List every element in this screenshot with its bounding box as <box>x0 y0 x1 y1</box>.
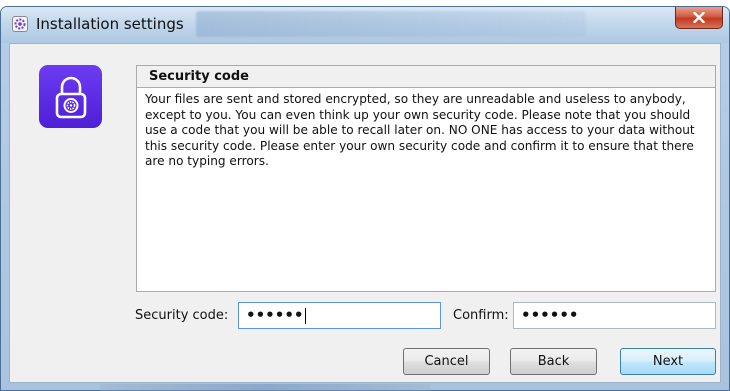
security-code-value: •••••• <box>246 306 304 324</box>
background-window-ghost <box>196 11 586 37</box>
security-code-label: Security code: <box>135 308 229 323</box>
window-title: Installation settings <box>36 15 184 33</box>
confirm-label: Confirm: <box>453 308 509 323</box>
cancel-button[interactable]: Cancel <box>403 348 490 375</box>
confirm-field[interactable]: •••••• <box>513 302 716 329</box>
text-caret <box>304 307 306 324</box>
title-bar[interactable]: Installation settings <box>1 7 729 43</box>
close-icon <box>693 12 705 23</box>
close-button[interactable] <box>675 7 723 29</box>
next-button[interactable]: Next <box>620 348 716 375</box>
dialog-content: Security code Your files are sent and st… <box>9 43 721 383</box>
installation-settings-window: Installation settings Security code Your… <box>0 6 730 391</box>
back-button[interactable]: Back <box>510 348 597 375</box>
gear-icon <box>12 16 28 32</box>
taskbar-ghost <box>100 384 430 391</box>
confirm-value: •••••• <box>521 306 579 324</box>
security-code-field[interactable]: •••••• <box>238 302 441 329</box>
panel-description: Your files are sent and stored encrypted… <box>145 92 695 168</box>
security-code-panel: Security code Your files are sent and st… <box>136 65 716 292</box>
panel-heading: Security code <box>137 66 715 88</box>
lock-icon <box>39 65 102 128</box>
